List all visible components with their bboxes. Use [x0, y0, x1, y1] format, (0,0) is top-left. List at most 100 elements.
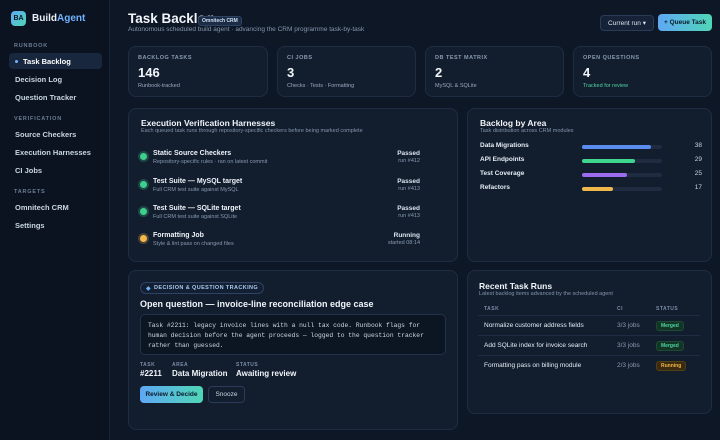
current-run-dropdown[interactable]: Current run ▾ — [600, 15, 654, 31]
meta-value-task: #2211 — [140, 369, 162, 378]
meta-value-status: Awaiting review — [236, 369, 297, 378]
area-name: API Endpoints — [480, 156, 525, 163]
status-badge: Running — [656, 361, 687, 371]
harness-row[interactable]: Test Suite — SQLite target Full CRM test… — [140, 205, 420, 225]
table-divider — [478, 335, 700, 336]
sidebar-item-ci-jobs[interactable]: CI Jobs — [9, 162, 102, 178]
area-name: Data Migrations — [480, 142, 529, 149]
question-title: Open question — invoice-line reconciliat… — [140, 299, 374, 309]
target-badge: Omnitech CRM — [198, 16, 242, 26]
sidebar-item-source-checkers[interactable]: Source Checkers — [9, 126, 102, 142]
harness-name: Test Suite — MySQL target — [153, 178, 243, 185]
harnesses-title: Execution Verification Harnesses — [141, 118, 276, 128]
area-row[interactable]: Refactors 17 — [480, 184, 702, 194]
decision-tracking-pill: ◆ DECISION & QUESTION TRACKING — [140, 282, 265, 294]
stat-sub: Runbook-tracked — [138, 83, 180, 89]
sidebar-item-question-tracker[interactable]: Question Tracker — [9, 89, 102, 105]
area-count: 29 — [694, 156, 702, 163]
harness-row[interactable]: Static Source Checkers Repository-specif… — [140, 150, 420, 170]
table-row-ci: 2/3 jobs — [617, 362, 640, 369]
harness-desc: Repository-specific rules · ran on lates… — [153, 159, 268, 165]
harness-status: Running — [393, 232, 420, 239]
table-divider — [478, 315, 700, 316]
table-row-ci: 3/3 jobs — [617, 322, 640, 329]
meta-label-task: TASK — [140, 362, 156, 368]
area-bar-track — [582, 159, 662, 163]
harness-name: Formatting Job — [153, 232, 204, 239]
section-verification: VERIFICATION — [14, 116, 62, 122]
harness-run: started 08:14 — [387, 240, 420, 246]
brand[interactable]: BA BuildAgent — [11, 11, 85, 26]
area-bar-track — [582, 187, 662, 191]
section-targets: TARGETS — [14, 189, 46, 195]
status-badge: Merged — [656, 341, 684, 351]
sidebar-item-task-backlog[interactable]: Task Backlog — [9, 53, 102, 69]
area-row[interactable]: Data Migrations 38 — [480, 142, 702, 152]
stat-sub: MySQL & SQLite — [435, 83, 477, 89]
stat-label: OPEN QUESTIONS — [583, 55, 640, 61]
status-dot-icon — [140, 235, 147, 242]
area-row[interactable]: Test Coverage 25 — [480, 170, 702, 180]
stat-card-db-matrix: DB TEST MATRIX 2 MySQL & SQLite — [425, 46, 564, 97]
sidebar-item-decision-log[interactable]: Decision Log — [9, 71, 102, 87]
stat-card-backlog: BACKLOG TASKS 146 Runbook-tracked — [128, 46, 268, 97]
brand-name: BuildAgent — [32, 13, 86, 24]
sidebar: BA BuildAgent RUNBOOK Task Backlog Decis… — [0, 0, 110, 440]
active-dot-icon — [15, 59, 18, 63]
area-name: Refactors — [480, 184, 510, 191]
harness-run: run #412 — [398, 158, 420, 164]
section-runbook: RUNBOOK — [14, 43, 49, 49]
harness-desc: Style & lint pass on changed files — [153, 241, 234, 247]
area-bar-fill — [582, 173, 628, 177]
table-row-ci: 3/3 jobs — [617, 342, 640, 349]
meta-value-area: Data Migration — [172, 369, 228, 378]
harness-status: Passed — [397, 150, 420, 157]
queue-task-button[interactable]: + Queue Task — [658, 14, 712, 31]
areas-subtitle: Task distribution across CRM modules — [480, 128, 574, 134]
stat-sub: Tracked for review — [583, 83, 629, 89]
area-bar-track — [582, 173, 662, 177]
harness-row[interactable]: Test Suite — MySQL target Full CRM test … — [140, 178, 420, 198]
harness-desc: Full CRM test suite against SQLite — [153, 214, 238, 220]
table-row-task[interactable]: Add SQLite index for invoice search — [484, 342, 587, 349]
area-bar-fill — [582, 145, 652, 149]
stat-value: 2 — [435, 65, 443, 80]
harness-desc: Full CRM test suite against MySQL — [153, 187, 239, 193]
status-dot-icon — [140, 181, 147, 188]
sidebar-item-settings[interactable]: Settings — [9, 217, 102, 233]
area-row[interactable]: API Endpoints 29 — [480, 156, 702, 166]
sidebar-item-execution-harnesses[interactable]: Execution Harnesses — [9, 144, 102, 160]
brand-logo: BA — [11, 11, 26, 26]
status-dot-icon — [140, 153, 147, 160]
areas-title: Backlog by Area — [480, 118, 547, 128]
question-body: Task #2211: legacy invoice lines with a … — [140, 314, 446, 355]
meta-label-area: AREA — [172, 362, 189, 368]
harness-row[interactable]: Formatting Job Style & lint pass on chan… — [140, 232, 420, 252]
harness-run: run #413 — [398, 213, 420, 219]
runs-subtitle: Latest backlog items advanced by the sch… — [479, 291, 613, 297]
snooze-button[interactable]: Snooze — [208, 386, 245, 403]
harnesses-card: Execution Verification Harnesses Each qu… — [128, 108, 458, 262]
page-subtitle: Autonomous scheduled build agent · advan… — [128, 26, 365, 33]
stat-label: DB TEST MATRIX — [435, 55, 488, 61]
table-row-task[interactable]: Normalize customer address fields — [484, 322, 584, 329]
review-decide-button[interactable]: Review & Decide — [140, 386, 203, 403]
column-header-task[interactable]: TASK — [484, 306, 499, 312]
stat-card-ci-jobs: CI JOBS 3 Checks · Tests · Formatting — [277, 46, 416, 97]
area-count: 38 — [694, 142, 702, 149]
area-count: 17 — [694, 184, 702, 191]
stat-value: 3 — [287, 65, 295, 80]
meta-label-status: STATUS — [236, 362, 259, 368]
column-header-status[interactable]: STATUS — [656, 306, 678, 312]
stat-label: BACKLOG TASKS — [138, 55, 193, 61]
status-dot-icon — [140, 208, 147, 215]
stat-card-open-questions: OPEN QUESTIONS 4 Tracked for review — [573, 46, 712, 97]
area-bar-track — [582, 145, 662, 149]
stat-value: 146 — [138, 65, 160, 80]
harness-run: run #413 — [398, 186, 420, 192]
sidebar-item-omnitech-crm[interactable]: Omnitech CRM — [9, 199, 102, 215]
area-bar-fill — [582, 159, 635, 163]
table-row-task[interactable]: Formatting pass on billing module — [484, 362, 581, 369]
column-header-ci[interactable]: CI — [617, 306, 623, 312]
area-name: Test Coverage — [480, 170, 525, 177]
